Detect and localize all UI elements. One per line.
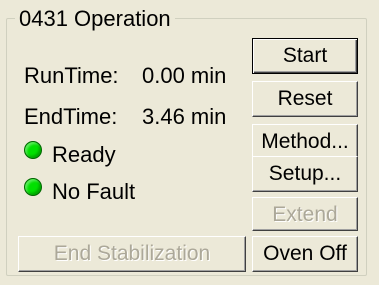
no-fault-status-label: No Fault bbox=[52, 179, 136, 204]
runtime-label: RunTime: bbox=[24, 63, 119, 88]
extend-button[interactable]: Extend bbox=[252, 197, 358, 231]
runtime-value: 0.00 min bbox=[142, 63, 227, 88]
operation-panel: 0431 Operation RunTime: 0.00 min EndTime… bbox=[0, 0, 379, 285]
setup-button[interactable]: Setup... bbox=[252, 156, 358, 192]
method-button[interactable]: Method... bbox=[252, 124, 358, 160]
endtime-label: EndTime: bbox=[24, 104, 118, 129]
endtime-value: 3.46 min bbox=[142, 104, 227, 129]
start-button[interactable]: Start bbox=[252, 38, 358, 74]
no-fault-status-icon bbox=[24, 178, 42, 196]
groupbox-title: 0431 Operation bbox=[15, 7, 175, 31]
reset-button[interactable]: Reset bbox=[252, 81, 358, 117]
oven-off-button[interactable]: Oven Off bbox=[252, 236, 358, 272]
ready-status-icon bbox=[24, 141, 42, 159]
ready-status-label: Ready bbox=[52, 142, 116, 167]
end-stabilization-button[interactable]: End Stabilization bbox=[18, 236, 246, 272]
